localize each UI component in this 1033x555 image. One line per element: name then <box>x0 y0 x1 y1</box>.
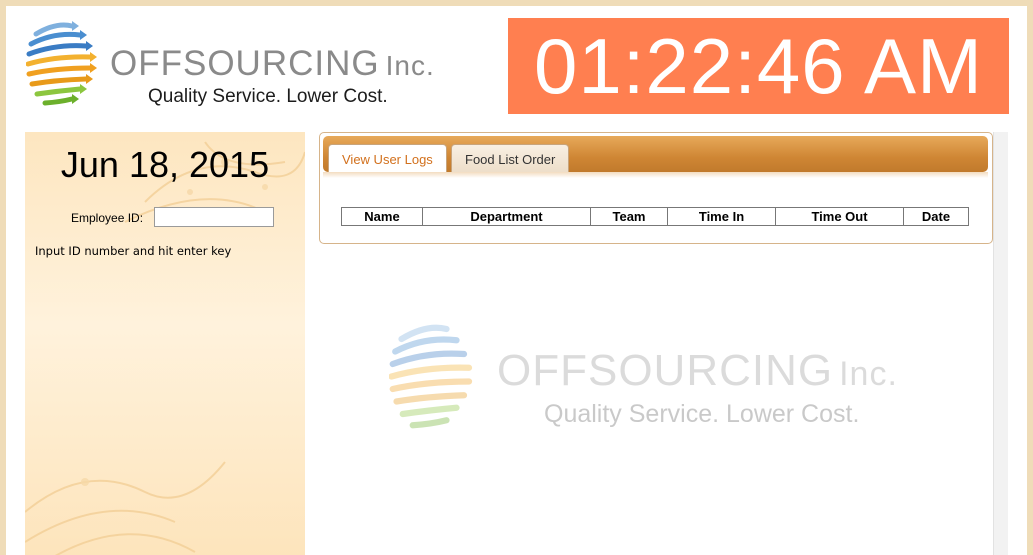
main-content: OFFSOURCING Inc. Quality Service. Lower C… <box>319 132 993 555</box>
watermark-logo: OFFSOURCING Inc. Quality Service. Lower C… <box>388 304 949 464</box>
company-logo: OFFSOURCING Inc. Quality Service. Lower C… <box>25 16 466 116</box>
column-header-time-in[interactable]: Time In <box>667 207 776 226</box>
current-date: Jun 18, 2015 <box>60 144 270 185</box>
column-header-name[interactable]: Name <box>341 207 423 226</box>
logo-arrows-icon <box>25 21 97 106</box>
brand-tagline: Quality Service. Lower Cost. <box>148 86 388 107</box>
decorative-swirl <box>25 141 305 555</box>
tab-bar: View User Logs Food List Order <box>323 136 988 177</box>
column-header-team[interactable]: Team <box>590 207 668 226</box>
column-header-time-out[interactable]: Time Out <box>775 207 904 226</box>
user-logs-table: Name Department Team Time In Time Out Da… <box>341 207 969 226</box>
input-hint: Input ID number and hit enter key <box>35 244 232 258</box>
clock-display: 01:22:46 AM <box>508 18 1009 114</box>
watermark-brand-name: OFFSOURCING Inc. <box>497 346 898 395</box>
tab-content-top <box>323 172 988 178</box>
employee-id-input[interactable] <box>154 207 274 227</box>
column-header-department[interactable]: Department <box>422 207 591 226</box>
employee-id-label: Employee ID: <box>71 211 144 225</box>
brand-name: OFFSOURCING Inc. <box>110 44 435 83</box>
brand-suffix: Inc. <box>385 50 435 81</box>
watermark-arrows-icon <box>388 324 473 429</box>
table-header-row: Name Department Team Time In Time Out Da… <box>341 207 969 226</box>
watermark-brand-suffix: Inc. <box>839 355 898 393</box>
tab-panel: View User Logs Food List Order Name Depa… <box>319 132 993 244</box>
vertical-scrollbar[interactable] <box>993 132 1008 555</box>
watermark-tagline: Quality Service. Lower Cost. <box>544 400 860 428</box>
app-window: OFFSOURCING Inc. Quality Service. Lower C… <box>6 6 1027 555</box>
column-header-date[interactable]: Date <box>903 207 969 226</box>
employee-panel: Jun 18, 2015 Employee ID: Input ID numbe… <box>25 132 305 555</box>
